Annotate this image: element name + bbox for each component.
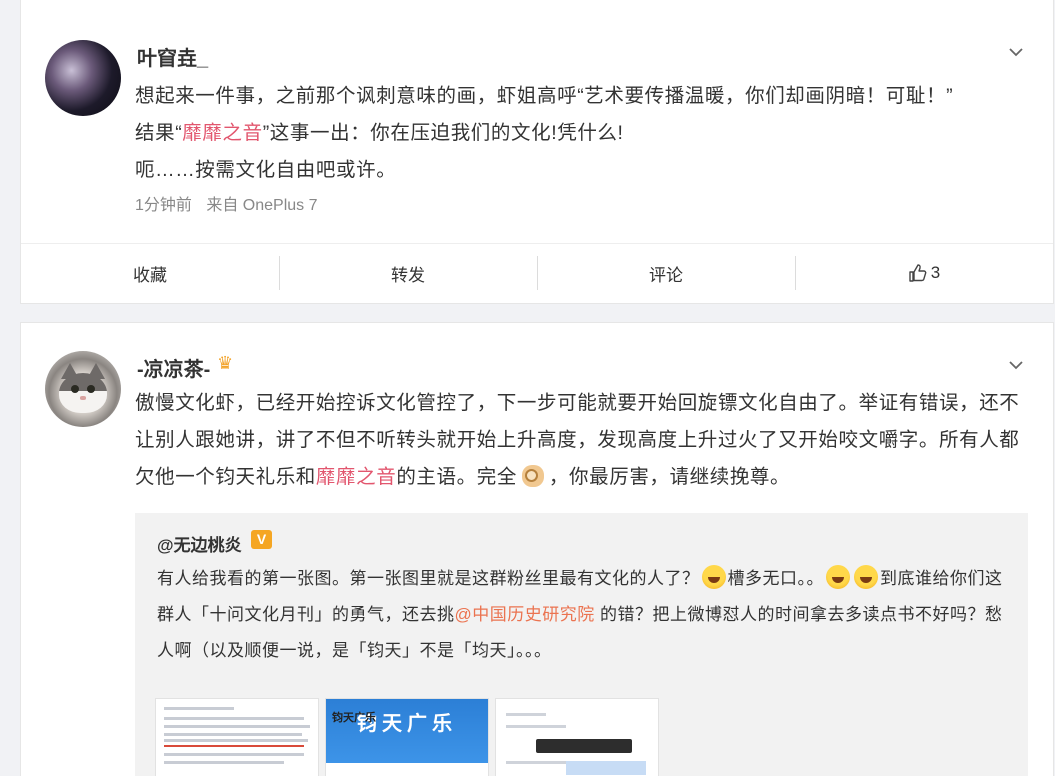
repost-username[interactable]: @无边桃炎 — [157, 531, 242, 556]
weibo-post-card: -凉凉茶- ♛ 傲慢文化虾，已经开始控诉文化管控了，下一步可能就要开始回旋镖文化… — [20, 322, 1054, 776]
comment-button[interactable]: 评论 — [537, 244, 795, 302]
ok-hand-emoji-icon — [519, 461, 547, 489]
laugh-cry-emoji-icon — [826, 565, 850, 589]
mention-link[interactable]: @中国历史研究院 — [455, 605, 595, 624]
username[interactable]: -凉凉茶- — [137, 353, 210, 382]
chevron-down-icon[interactable] — [1009, 357, 1023, 371]
laugh-cry-emoji-icon — [701, 565, 726, 589]
post-text-fragment: 的主语。完全 — [396, 466, 517, 488]
cat-avatar-image — [59, 363, 107, 415]
post-time[interactable]: 1分钟前 — [135, 197, 192, 214]
action-bar: 收藏 转发 评论 3 — [21, 244, 1053, 302]
image-subtitle-text: 钧天广乐 — [332, 712, 376, 724]
post-text: 傲慢文化虾，已经开始控诉文化管控了，下一步可能就要开始回旋镖文化自由了。举证有错… — [135, 385, 1025, 496]
repost-text: 有人给我看的第一张图。第一张图里就是这群粉丝里最有文化的人了？ 槽多无口。。 到底谁… — [157, 561, 1017, 669]
reposted-content[interactable]: @无边桃炎 V 有人给我看的第一张图。第一张图里就是这群粉丝里最有文化的人了？ 槽… — [135, 513, 1028, 776]
repost-text-fragment: 槽多无口。。 — [727, 569, 824, 588]
image-thumbnail[interactable] — [495, 698, 659, 776]
avatar[interactable] — [45, 40, 121, 116]
comment-label: 评论 — [649, 265, 683, 285]
post-text-fragment: 结果“ — [135, 122, 183, 144]
post-text-line: 呃……按需文化自由吧或许。 — [135, 159, 397, 181]
chevron-down-icon[interactable] — [1009, 44, 1023, 58]
repost-label: 转发 — [391, 265, 425, 285]
username[interactable]: 叶窅垚_ — [137, 42, 208, 71]
post-text: 想起来一件事，之前那个讽刺意味的画，虾姐高呼“艺术要传播温暖，你们却画阴暗！可耻… — [135, 78, 1035, 189]
repost-text-fragment: 有人给我看的第一张图。第一张图里就是这群粉丝里最有文化的人了？ — [157, 569, 700, 588]
post-text-fragment: ”这事一出：你在压迫我们的文化!凭什么! — [262, 122, 624, 144]
image-gallery: 钧天广乐 钧天广乐 — [155, 698, 659, 776]
repost-button[interactable]: 转发 — [279, 244, 537, 302]
post-source: 来自 OnePlus 7 — [206, 197, 318, 214]
topic-link[interactable]: 靡靡之音 — [316, 466, 396, 488]
post-text-fragment: ，你最厉害，请继续挽尊。 — [548, 466, 791, 488]
avatar[interactable] — [45, 351, 121, 427]
thumbs-up-icon — [909, 264, 927, 282]
image-thumbnail[interactable]: 钧天广乐 钧天广乐 — [325, 698, 489, 776]
topic-link[interactable]: 靡靡之音 — [182, 122, 262, 144]
crown-icon[interactable]: ♛ — [217, 353, 233, 374]
image-thumbnail[interactable] — [155, 698, 319, 776]
post-meta: 1分钟前 来自 OnePlus 7 — [135, 191, 328, 215]
favorite-label: 收藏 — [133, 265, 167, 285]
favorite-button[interactable]: 收藏 — [21, 244, 279, 302]
post-text-line: 想起来一件事，之前那个讽刺意味的画，虾姐高呼“艺术要传播温暖，你们却画阴暗！可耻… — [135, 85, 954, 107]
weibo-post-card: 叶窅垚_ 想起来一件事，之前那个讽刺意味的画，虾姐高呼“艺术要传播温暖，你们却画… — [20, 0, 1054, 304]
vip-badge-icon: V — [251, 530, 272, 549]
laugh-cry-emoji-icon — [854, 565, 878, 589]
like-button[interactable]: 3 — [795, 244, 1053, 302]
post-text-line: 结果“靡靡之音”这事一出：你在压迫我们的文化!凭什么! — [135, 115, 1035, 152]
like-count: 3 — [930, 263, 941, 282]
